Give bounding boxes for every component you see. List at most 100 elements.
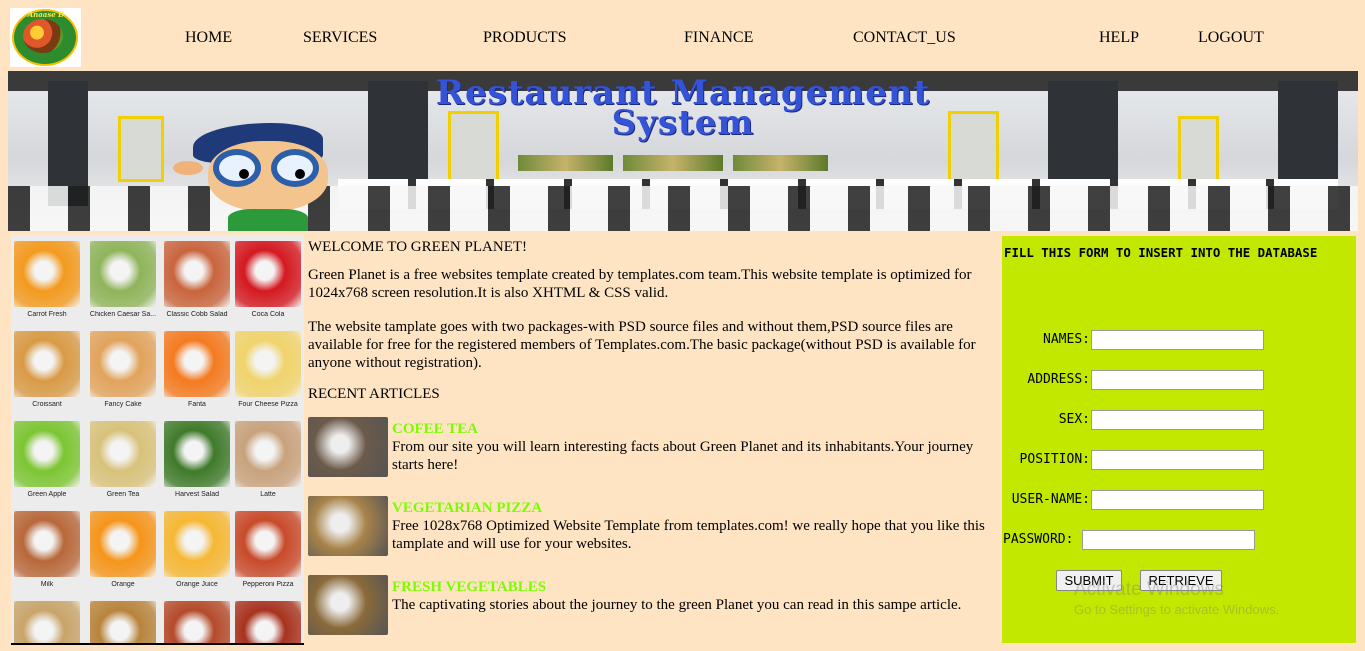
menu-item-label: Chicken Caesar Sa... (89, 311, 157, 318)
menu-item-image (164, 331, 230, 397)
menu-item-image (235, 241, 301, 307)
menu-item-label: Harvest Salad (175, 491, 219, 498)
nav-logout[interactable]: LOGOUT (1198, 29, 1264, 47)
menu-item-label: Croissant (32, 401, 62, 408)
banner-wall-art (518, 155, 613, 171)
menu-item-image (90, 511, 156, 577)
menu-item-tile[interactable]: Green Tea (88, 415, 158, 503)
article-thumbnail-fresh-vegetables (308, 575, 388, 635)
article-title[interactable]: VEGETARIAN PIZZA (392, 499, 542, 517)
mascot-glasses-left (213, 149, 261, 187)
menu-item-grid: Carrot Fresh Chicken Caesar Sa... Classic … (11, 235, 304, 645)
restaurant-logo: Anaase D (10, 8, 81, 67)
sex-field[interactable] (1091, 410, 1264, 430)
menu-item-tile[interactable]: Orange Juice (162, 505, 232, 593)
article-title[interactable]: COFEE TEA (392, 420, 478, 438)
menu-item-image (14, 421, 80, 487)
menu-item-image (235, 331, 301, 397)
welcome-heading: WELCOME TO GREEN PLANET! (308, 239, 528, 255)
menu-item-image (90, 331, 156, 397)
menu-item-tile[interactable]: Four Cheese Pizza (233, 325, 303, 413)
menu-item-label: Green Apple (27, 491, 67, 498)
position-label: POSITION: (1019, 452, 1090, 467)
menu-item-image (90, 421, 156, 487)
hero-banner: Restaurant Management System (8, 71, 1358, 231)
menu-item-tile[interactable]: Latte (233, 415, 303, 503)
menu-item-label: Latte (260, 491, 276, 498)
nav-products[interactable]: PRODUCTS (483, 29, 567, 47)
mascot-nose (173, 161, 203, 175)
menu-item-image (90, 241, 156, 307)
menu-item-label: Classic Cobb Salad (166, 311, 228, 318)
menu-item-label: Orange (111, 581, 135, 588)
article-body: From our site you will learn interesting… (392, 439, 974, 473)
article-body: The captivating stories about the journe… (392, 597, 962, 613)
menu-item-tile[interactable]: Classic Cobb Salad (162, 235, 232, 323)
nav-contact-us[interactable]: CONTACT_US (853, 29, 956, 47)
password-label: PASSWORD: (1003, 532, 1074, 547)
menu-item-label: Milk (40, 581, 54, 588)
address-label: ADDRESS: (1027, 372, 1090, 387)
banner-wall-art (733, 155, 828, 171)
menu-item-tile[interactable]: Fanta (162, 325, 232, 413)
windows-activation-hint: Go to Settings to activate Windows. (1074, 602, 1280, 617)
menu-item-tile[interactable]: Green Apple (12, 415, 82, 503)
menu-item-image (90, 601, 156, 643)
cartoon-mascot (173, 121, 343, 231)
menu-item-tile[interactable]: Harvest Salad (162, 415, 232, 503)
menu-item-tile[interactable]: Croissant (12, 325, 82, 413)
menu-item-tile[interactable] (12, 595, 82, 643)
menu-item-image (14, 331, 80, 397)
username-field[interactable] (1091, 490, 1264, 510)
menu-item-tile[interactable]: Orange (88, 505, 158, 593)
banner-wall-art (623, 155, 723, 171)
logo-text: Anaase D (27, 10, 65, 19)
mascot-shirt (228, 209, 308, 231)
menu-item-tile[interactable]: Milk (12, 505, 82, 593)
menu-item-image (235, 601, 301, 643)
menu-item-image (14, 601, 80, 643)
names-field[interactable] (1091, 330, 1264, 350)
nav-home[interactable]: HOME (185, 29, 232, 47)
menu-item-image (164, 511, 230, 577)
recent-articles-heading: RECENT ARTICLES (308, 386, 440, 402)
menu-item-label: Pepperoni Pizza (242, 581, 294, 588)
mascot-glasses-right (271, 149, 319, 187)
menu-item-tile[interactable]: Coca Cola (233, 235, 303, 323)
menu-item-tile[interactable] (162, 595, 232, 643)
menu-item-label: Four Cheese Pizza (238, 401, 298, 408)
nav-finance[interactable]: FINANCE (684, 29, 753, 47)
password-field[interactable] (1082, 530, 1255, 550)
address-field[interactable] (1091, 370, 1264, 390)
position-field[interactable] (1091, 450, 1264, 470)
username-label: USER-NAME: (1011, 492, 1090, 507)
menu-item-tile[interactable] (233, 595, 303, 643)
menu-item-label: Fancy Cake (104, 401, 142, 408)
logo-food-icon (23, 19, 63, 53)
menu-item-tile[interactable] (88, 595, 158, 643)
mascot-pupil (295, 169, 305, 179)
menu-item-label: Fanta (188, 401, 206, 408)
menu-item-image (164, 421, 230, 487)
article-body: Free 1028x768 Optimized Website Template… (392, 518, 985, 552)
article-thumbnail-vegetarian-pizza (308, 496, 388, 556)
menu-item-label: Green Tea (106, 491, 140, 498)
menu-item-label: Orange Juice (176, 581, 218, 588)
nav-services[interactable]: SERVICES (303, 29, 377, 47)
form-title: FILL THIS FORM TO INSERT INTO THE DATABA… (1004, 245, 1318, 260)
menu-item-tile[interactable]: Chicken Caesar Sa... (88, 235, 158, 323)
menu-item-image (164, 241, 230, 307)
menu-item-image (235, 511, 301, 577)
packages-paragraph: The website tamplate goes with two packa… (308, 319, 976, 371)
menu-item-image (14, 241, 80, 307)
menu-item-tile[interactable]: Fancy Cake (88, 325, 158, 413)
article-title[interactable]: FRESH VEGETABLES (392, 578, 546, 596)
menu-item-tile[interactable]: Pepperoni Pizza (233, 505, 303, 593)
intro-paragraph: Green Planet is a free websites template… (308, 267, 972, 301)
article-thumbnail-coffee-tea (308, 417, 388, 477)
menu-item-tile[interactable]: Carrot Fresh (12, 235, 82, 323)
menu-item-image (164, 601, 230, 643)
names-label: NAMES: (1043, 332, 1090, 347)
mascot-pupil (239, 169, 249, 179)
nav-help[interactable]: HELP (1099, 29, 1139, 47)
